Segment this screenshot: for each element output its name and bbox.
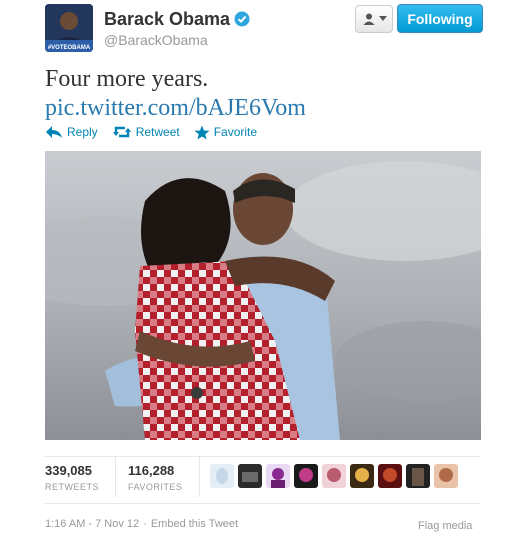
star-icon [194,125,210,139]
tweet-card: #VOTEOBAMA Barack Obama @BarackObama Fol… [0,0,529,536]
flag-media-link[interactable]: Flag media [418,520,472,532]
timestamp[interactable]: 1:16 AM - 7 Nov 12 [45,518,139,530]
divider-top [45,456,481,457]
avatar[interactable]: #VOTEOBAMA [45,4,93,52]
avatar[interactable] [294,464,318,488]
retweet-icon [112,126,131,138]
following-button[interactable]: Following [397,4,483,33]
tweet-text: Four more years. [45,66,209,92]
user-actions-dropdown[interactable] [355,5,393,33]
chevron-down-icon [378,16,387,21]
tweet-media-link[interactable]: pic.twitter.com/bAJE6Vom [45,93,306,123]
avatar[interactable] [350,464,374,488]
favorites-label: FAVORITES [128,482,183,492]
avatar[interactable] [210,464,234,488]
favoriters-avatars [210,464,458,488]
avatar-label: #VOTEOBAMA [48,45,91,51]
avatar[interactable] [378,464,402,488]
username[interactable]: @BarackObama [104,32,208,48]
retweet-label: Retweet [135,125,180,139]
divider-bottom [45,503,481,504]
avatar[interactable] [434,464,458,488]
favorite-label: Favorite [213,125,258,139]
avatar[interactable] [238,464,262,488]
retweets-label: RETWEETS [45,482,100,492]
retweet-button[interactable]: Retweet [112,125,180,139]
user-icon [363,13,374,25]
stat-separator [199,457,200,497]
tweet-photo[interactable] [45,151,481,440]
reply-button[interactable]: Reply [45,125,98,139]
avatar[interactable] [266,464,290,488]
footer-separator: · [143,518,147,530]
avatar[interactable] [322,464,346,488]
stat-separator [115,457,116,497]
reply-label: Reply [67,125,98,139]
tweet-footer: 1:16 AM - 7 Nov 12 · Embed this Tweet [45,518,238,530]
display-name[interactable]: Barack Obama [104,9,230,30]
favorite-button[interactable]: Favorite [194,125,257,140]
embed-tweet-link[interactable]: Embed this Tweet [151,518,238,530]
favorites-count[interactable]: 116,288 [128,463,174,478]
avatar[interactable] [406,464,430,488]
retweets-count[interactable]: 339,085 [45,463,92,478]
tweet-actions: Reply Retweet Favorite [45,123,271,141]
reply-icon [46,126,62,138]
verified-badge-icon [234,11,250,27]
